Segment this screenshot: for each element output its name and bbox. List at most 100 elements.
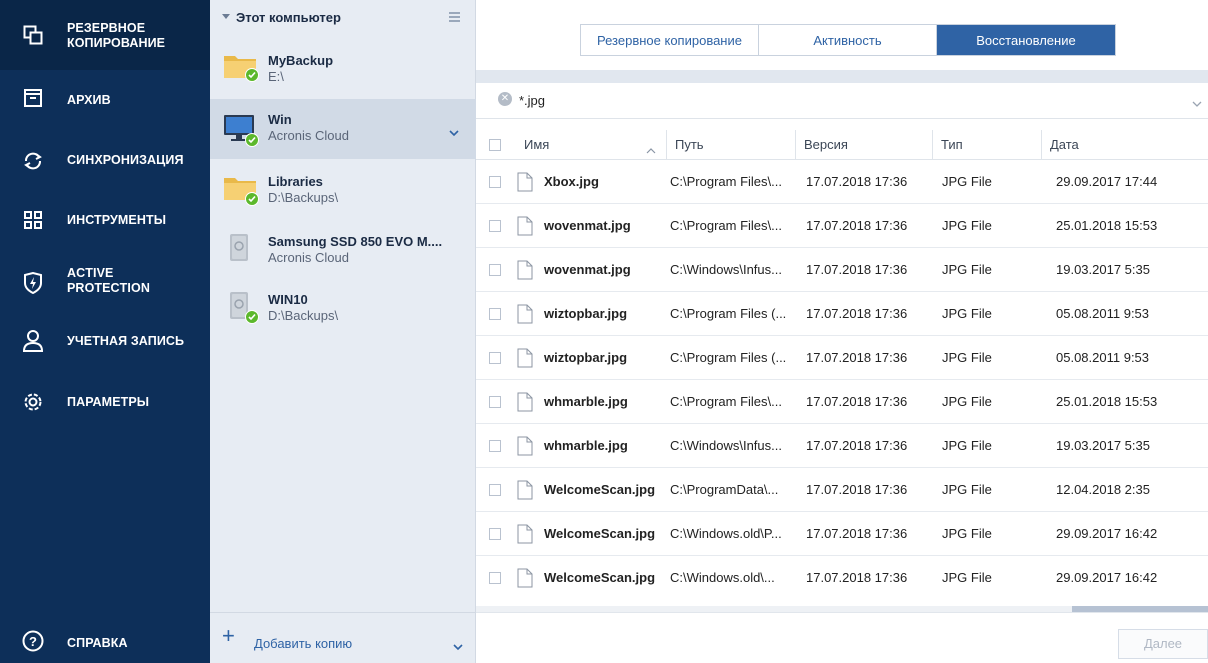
table-row[interactable]: wovenmat.jpg C:\Program Files\... 17.07.… [476, 204, 1208, 248]
table-header: Имя Путь Версия Тип Дата [476, 130, 1208, 160]
file-type: JPG File [942, 526, 992, 541]
chevron-down-icon[interactable] [452, 639, 464, 654]
file-type: JPG File [942, 394, 992, 409]
nav-label: РЕЗЕРВНОЕ КОПИРОВАНИЕ [67, 21, 166, 50]
tab-backup[interactable]: Резервное копирование [581, 25, 759, 55]
nav-item-account[interactable]: УЧЕТНАЯ ЗАПИСЬ [0, 320, 210, 380]
chevron-down-icon[interactable] [1192, 96, 1202, 111]
next-button[interactable]: Далее [1118, 629, 1208, 659]
nav-label: АРХИВ [67, 93, 111, 107]
column-path[interactable]: Путь [666, 130, 795, 160]
table-row[interactable]: wiztopbar.jpg C:\Program Files (... 17.0… [476, 336, 1208, 380]
table-row[interactable]: wovenmat.jpg C:\Windows\Infus... 17.07.2… [476, 248, 1208, 292]
backup-name: Libraries [268, 174, 323, 189]
backup-location: E:\ [268, 69, 284, 84]
table-row[interactable]: WelcomeScan.jpg C:\Windows.old\P... 17.0… [476, 512, 1208, 556]
gear-icon [22, 391, 44, 413]
column-version[interactable]: Версия [795, 130, 932, 160]
file-type: JPG File [942, 350, 992, 365]
file-path: C:\Windows.old\... [670, 570, 775, 585]
file-date: 19.03.2017 5:35 [1056, 438, 1150, 453]
backup-list-panel: Этот компьютер MyBackup E:\ Win Acronis … [210, 0, 476, 663]
backup-item-samsung-ssd[interactable]: Samsung SSD 850 EVO M.... Acronis Cloud [210, 220, 476, 280]
nav-item-help[interactable]: ? СПРАВКА [0, 618, 210, 663]
action-bar: Далее [476, 612, 1208, 663]
nav-item-active-protection[interactable]: ACTIVE PROTECTION [0, 250, 210, 320]
file-date: 29.09.2017 16:42 [1056, 526, 1158, 541]
add-backup-button[interactable]: + Добавить копию [210, 612, 476, 663]
file-name: WelcomeScan.jpg [544, 482, 656, 497]
table-row[interactable]: WelcomeScan.jpg C:\ProgramData\... 17.07… [476, 468, 1208, 512]
table-row[interactable]: wiztopbar.jpg C:\Program Files (... 17.0… [476, 292, 1208, 336]
search-input[interactable] [519, 90, 1159, 110]
svg-text:?: ? [29, 634, 37, 649]
file-icon [517, 480, 533, 500]
row-checkbox[interactable] [489, 220, 501, 232]
file-name: whmarble.jpg [544, 438, 628, 453]
table-row[interactable]: whmarble.jpg C:\Windows\Infus... 17.07.2… [476, 424, 1208, 468]
row-checkbox[interactable] [489, 440, 501, 452]
table-row[interactable]: WelcomeScan.jpg C:\Windows.old\... 17.07… [476, 556, 1208, 600]
file-icon [517, 524, 533, 544]
table-row[interactable]: Xbox.jpg C:\Program Files\... 17.07.2018… [476, 160, 1208, 204]
nav-item-settings[interactable]: ПАРАМЕТРЫ [0, 380, 210, 430]
row-checkbox[interactable] [489, 528, 501, 540]
tab-bar: Резервное копирование Активность Восстан… [580, 24, 1116, 56]
file-icon [517, 436, 533, 456]
backup-name: MyBackup [268, 53, 334, 68]
file-version: 17.07.2018 17:36 [806, 262, 908, 277]
row-checkbox[interactable] [489, 308, 501, 320]
row-checkbox[interactable] [489, 572, 501, 584]
row-checkbox[interactable] [489, 484, 501, 496]
file-path: C:\Program Files\... [670, 218, 782, 233]
help-icon: ? [22, 630, 44, 652]
tab-activity[interactable]: Активность [759, 25, 937, 55]
file-version: 17.07.2018 17:36 [806, 482, 908, 497]
column-name[interactable]: Имя [516, 130, 666, 160]
menu-icon[interactable] [449, 12, 460, 24]
file-date: 12.04.2018 2:35 [1056, 482, 1150, 497]
backup-item-mybackup[interactable]: MyBackup E:\ [210, 40, 476, 100]
file-date: 25.01.2018 15:53 [1056, 394, 1158, 409]
column-date[interactable]: Дата [1041, 130, 1208, 160]
file-type: JPG File [942, 570, 992, 585]
nav-item-archive[interactable]: АРХИВ [0, 70, 210, 130]
select-all-checkbox[interactable] [489, 139, 501, 151]
row-checkbox[interactable] [489, 264, 501, 276]
main-sidebar: РЕЗЕРВНОЕ КОПИРОВАНИЕ АРХИВ СИНХРОНИЗАЦИ… [0, 0, 210, 663]
tab-recovery[interactable]: Восстановление [937, 25, 1115, 55]
file-icon [517, 172, 533, 192]
row-checkbox[interactable] [489, 352, 501, 364]
file-path: C:\Windows.old\P... [670, 526, 782, 541]
nav-item-sync[interactable]: СИНХРОНИЗАЦИЯ [0, 130, 210, 190]
collapse-caret-icon[interactable] [222, 14, 230, 19]
file-version: 17.07.2018 17:36 [806, 306, 908, 321]
table-row[interactable]: whmarble.jpg C:\Program Files\... 17.07.… [476, 380, 1208, 424]
file-path: C:\Program Files (... [670, 350, 787, 365]
status-ok-icon [245, 68, 259, 82]
file-path: C:\Windows\Infus... [670, 262, 782, 277]
file-version: 17.07.2018 17:36 [806, 218, 908, 233]
row-checkbox[interactable] [489, 396, 501, 408]
file-path: C:\Program Files\... [670, 174, 782, 189]
status-ok-icon [245, 192, 259, 206]
nav-item-backup[interactable]: РЕЗЕРВНОЕ КОПИРОВАНИЕ [0, 0, 210, 70]
backup-name: WIN10 [268, 292, 308, 307]
chevron-down-icon[interactable] [448, 125, 460, 137]
file-date: 05.08.2011 9:53 [1056, 350, 1150, 365]
backup-item-win10[interactable]: WIN10 D:\Backups\ [210, 280, 476, 340]
row-checkbox[interactable] [489, 176, 501, 188]
file-icon [517, 216, 533, 236]
backup-item-win[interactable]: Win Acronis Cloud [210, 99, 476, 159]
column-type[interactable]: Тип [932, 130, 1041, 160]
nav-label: ACTIVE PROTECTION [67, 266, 150, 295]
backup-group-title: Этот компьютер [236, 10, 341, 25]
file-name: Xbox.jpg [544, 174, 599, 189]
divider-strip [476, 70, 1208, 83]
file-type: JPG File [942, 262, 992, 277]
backup-item-libraries[interactable]: Libraries D:\Backups\ [210, 160, 476, 220]
file-path: C:\Program Files (... [670, 306, 787, 321]
nav-item-tools[interactable]: ИНСТРУМЕНТЫ [0, 190, 210, 250]
clear-search-icon[interactable]: ✕ [498, 92, 512, 106]
nav-label: СПРАВКА [67, 636, 128, 650]
